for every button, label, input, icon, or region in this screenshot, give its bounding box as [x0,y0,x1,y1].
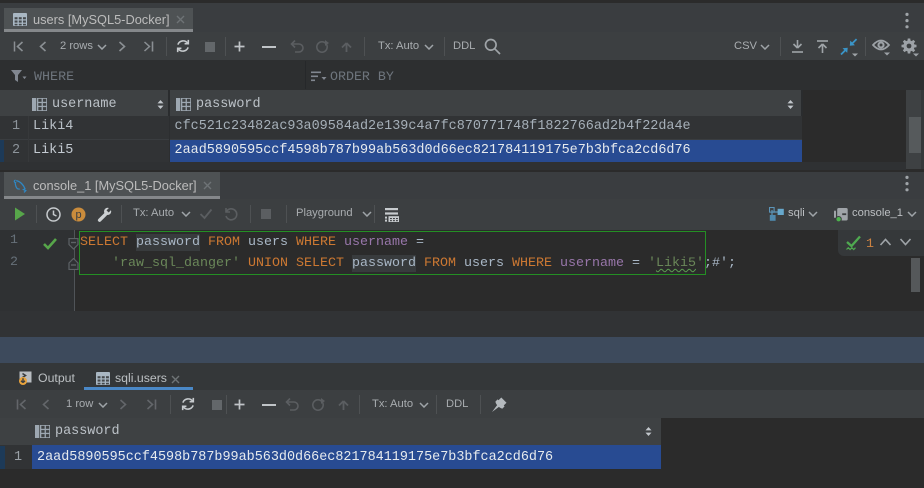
svg-text:p: p [75,209,81,221]
